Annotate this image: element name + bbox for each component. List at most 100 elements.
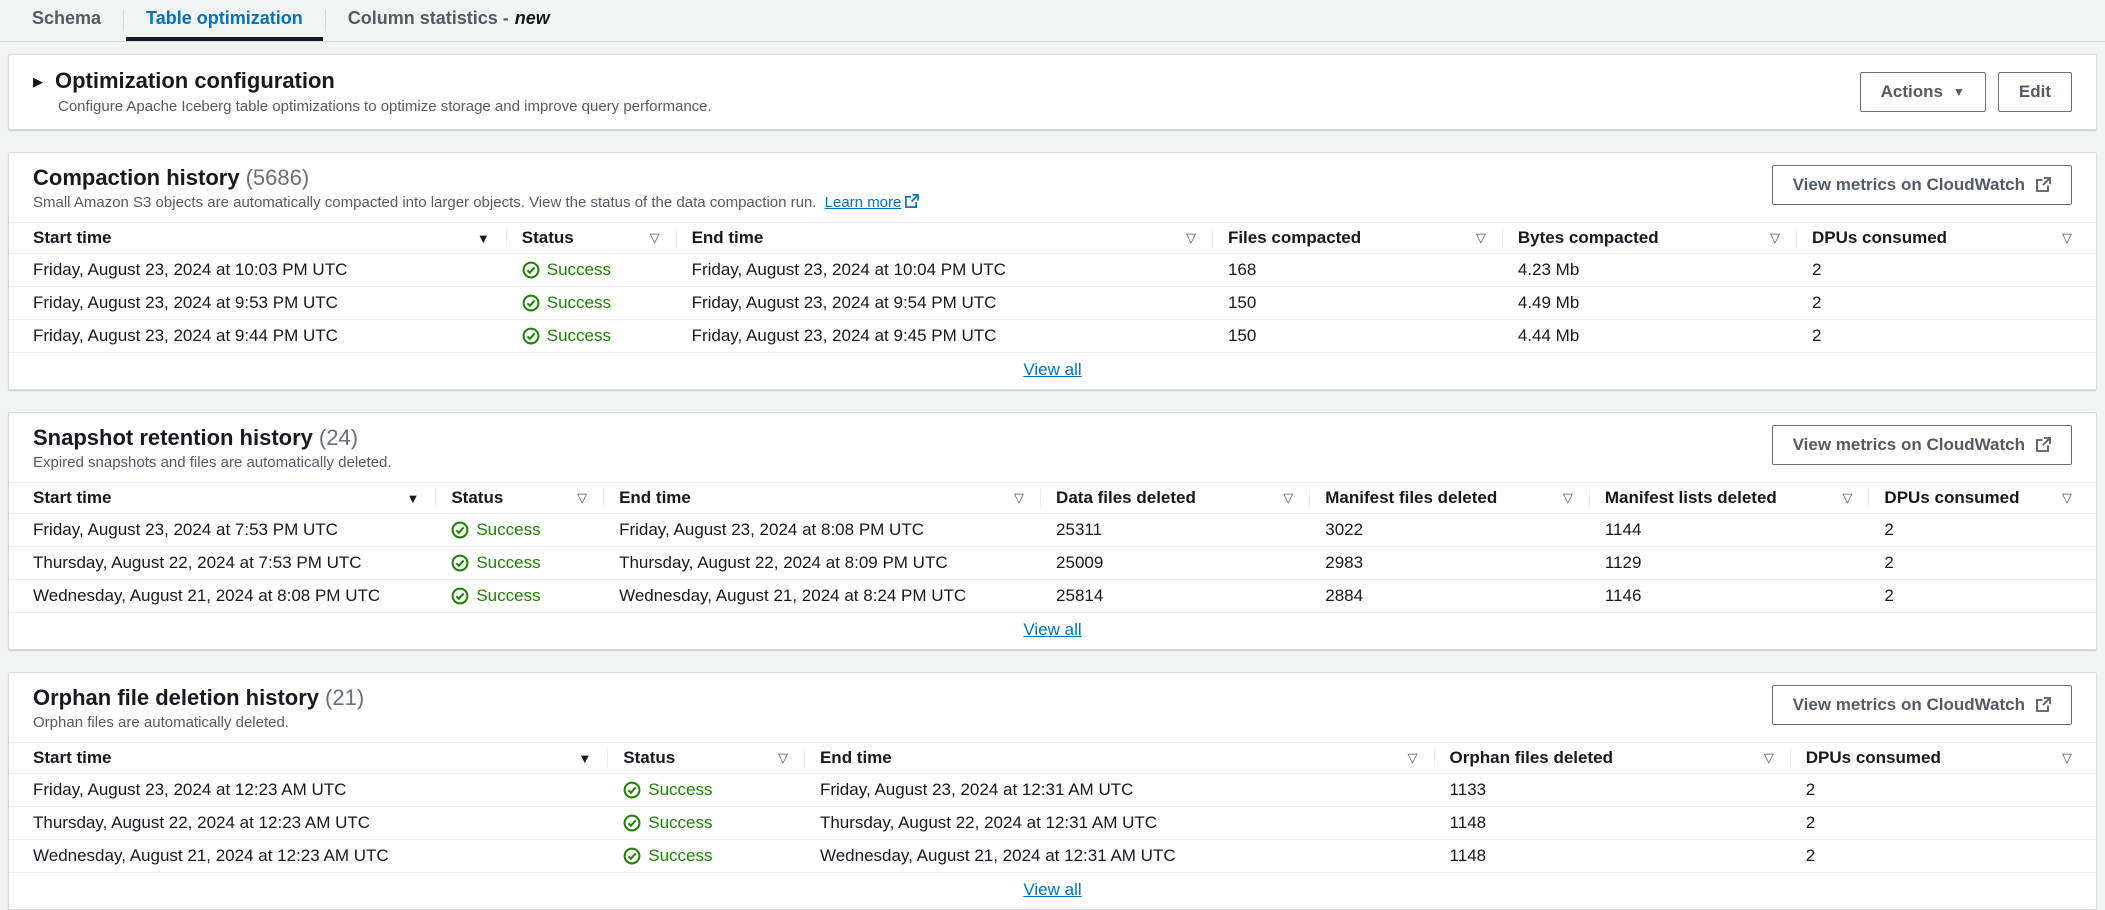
table-row[interactable]: Friday, August 23, 2024 at 9:44 PM UTC S… [9,320,2096,353]
filter-icon[interactable]: ▽ [778,750,788,766]
table-row[interactable]: Thursday, August 22, 2024 at 7:53 PM UTC… [9,547,2096,580]
cell-manifest-files-deleted: 2884 [1309,580,1589,612]
tab-table-optimization[interactable]: Table optimization [126,0,323,41]
edit-button[interactable]: Edit [1998,72,2072,112]
cell-dpus-consumed: 2 [1796,254,2088,286]
compaction-history-panel: Compaction history(5686) Small Amazon S3… [8,152,2097,390]
filter-icon[interactable]: ▽ [577,490,587,506]
learn-more-link[interactable]: Learn more [825,194,920,211]
column-header-end-time[interactable]: End time▽ [676,223,1212,253]
column-header-start-time[interactable]: Start time▼ [17,483,435,513]
cell-orphan-files-deleted: 1148 [1434,840,1790,872]
filter-icon[interactable]: ▽ [1770,230,1780,246]
cell-files-compacted: 150 [1212,320,1502,352]
tab-schema-label: Schema [32,8,101,29]
table-row[interactable]: Thursday, August 22, 2024 at 12:23 AM UT… [9,807,2096,840]
filter-icon[interactable]: ▽ [1408,750,1418,766]
filter-icon[interactable]: ▽ [2062,490,2072,506]
table-row[interactable]: Wednesday, August 21, 2024 at 12:23 AM U… [9,840,2096,873]
column-header-manifest-lists-deleted[interactable]: Manifest lists deleted▽ [1589,483,1869,513]
cell-data-files-deleted: 25311 [1040,514,1309,546]
view-metrics-cloudwatch-button[interactable]: View metrics on CloudWatch [1772,685,2072,725]
cell-end-time: Friday, August 23, 2024 at 10:04 PM UTC [676,254,1212,286]
cell-bytes-compacted: 4.49 Mb [1502,287,1796,319]
filter-icon[interactable]: ▽ [1563,490,1573,506]
orphan-count: (21) [325,685,364,710]
compaction-header-text: Compaction history(5686) Small Amazon S3… [33,165,919,212]
cell-bytes-compacted: 4.23 Mb [1502,254,1796,286]
table-row[interactable]: Friday, August 23, 2024 at 9:53 PM UTC S… [9,287,2096,320]
table-row[interactable]: Wednesday, August 21, 2024 at 8:08 PM UT… [9,580,2096,613]
snapshot-title: Snapshot retention history(24) [33,425,392,451]
view-metrics-cloudwatch-button[interactable]: View metrics on CloudWatch [1772,165,2072,205]
view-all-link[interactable]: View all [1023,360,1081,379]
tab-schema[interactable]: Schema [12,0,121,41]
filter-icon[interactable]: ▽ [1842,490,1852,506]
cell-dpus-consumed: 2 [1868,580,2088,612]
expand-collapsed-icon[interactable]: ▶ [33,75,43,88]
cell-data-files-deleted: 25009 [1040,547,1309,579]
cell-start-time: Friday, August 23, 2024 at 9:44 PM UTC [17,320,506,352]
external-link-icon [2035,177,2051,193]
cell-status: Success [435,580,603,612]
actions-button[interactable]: Actions ▼ [1860,72,1986,112]
view-all-link[interactable]: View all [1023,880,1081,899]
compaction-title: Compaction history(5686) [33,165,919,191]
tab-column-statistics-label: Column statistics - [348,8,509,29]
snapshot-header-text: Snapshot retention history(24) Expired s… [33,425,392,472]
cell-dpus-consumed: 2 [1790,774,2088,806]
cell-status: Success [607,807,804,839]
cell-status: Success [506,320,676,352]
sort-descending-icon[interactable]: ▼ [477,231,490,246]
column-header-start-time[interactable]: Start time▼ [17,223,506,253]
sort-descending-icon[interactable]: ▼ [406,491,419,506]
filter-icon[interactable]: ▽ [1186,230,1196,246]
column-header-manifest-files-deleted[interactable]: Manifest files deleted▽ [1309,483,1589,513]
column-header-dpus-consumed[interactable]: DPUs consumed▽ [1796,223,2088,253]
filter-icon[interactable]: ▽ [2062,750,2072,766]
compaction-description: Small Amazon S3 objects are automaticall… [33,194,919,212]
column-header-dpus-consumed[interactable]: DPUs consumed▽ [1868,483,2088,513]
tab-column-statistics[interactable]: Column statistics - new [328,0,570,41]
view-metrics-cloudwatch-button[interactable]: View metrics on CloudWatch [1772,425,2072,465]
orphan-header-text: Orphan file deletion history(21) Orphan … [33,685,364,732]
column-header-end-time[interactable]: End time▽ [603,483,1040,513]
column-header-status[interactable]: Status▽ [506,223,676,253]
filter-icon[interactable]: ▽ [1014,490,1024,506]
filter-icon[interactable]: ▽ [1283,490,1293,506]
column-header-status[interactable]: Status▽ [435,483,603,513]
cell-manifest-lists-deleted: 1144 [1589,514,1869,546]
view-all-link[interactable]: View all [1023,620,1081,639]
column-header-dpus-consumed[interactable]: DPUs consumed▽ [1790,743,2088,773]
filter-icon[interactable]: ▽ [650,230,660,246]
column-header-files-compacted[interactable]: Files compacted▽ [1212,223,1502,253]
filter-icon[interactable]: ▽ [2062,230,2072,246]
column-header-bytes-compacted[interactable]: Bytes compacted▽ [1502,223,1796,253]
column-header-status[interactable]: Status▽ [607,743,804,773]
success-icon [623,847,641,865]
cell-start-time: Wednesday, August 21, 2024 at 8:08 PM UT… [17,580,435,612]
cell-orphan-files-deleted: 1133 [1434,774,1790,806]
column-header-start-time[interactable]: Start time▼ [17,743,607,773]
compaction-table: Start time▼ Status▽ End time▽ Files comp… [9,222,2096,389]
cell-start-time: Friday, August 23, 2024 at 12:23 AM UTC [17,774,607,806]
actions-button-label: Actions [1881,82,1943,102]
orphan-description: Orphan files are automatically deleted. [33,714,364,732]
table-row[interactable]: Friday, August 23, 2024 at 10:03 PM UTC … [9,254,2096,287]
column-header-end-time[interactable]: End time▽ [804,743,1434,773]
success-icon [623,781,641,799]
cell-end-time: Friday, August 23, 2024 at 9:54 PM UTC [676,287,1212,319]
filter-icon[interactable]: ▽ [1764,750,1774,766]
column-header-orphan-files-deleted[interactable]: Orphan files deleted▽ [1434,743,1790,773]
filter-icon[interactable]: ▽ [1476,230,1486,246]
tab-divider [325,10,326,31]
column-header-data-files-deleted[interactable]: Data files deleted▽ [1040,483,1309,513]
table-row[interactable]: Friday, August 23, 2024 at 7:53 PM UTC S… [9,514,2096,547]
cell-status: Success [607,774,804,806]
sort-descending-icon[interactable]: ▼ [578,751,591,766]
table-row[interactable]: Friday, August 23, 2024 at 12:23 AM UTC … [9,774,2096,807]
caret-down-icon: ▼ [1953,86,1965,98]
orphan-title: Orphan file deletion history(21) [33,685,364,711]
page-content: ▶ Optimization configuration Configure A… [0,42,2105,910]
snapshot-description: Expired snapshots and files are automati… [33,454,392,472]
